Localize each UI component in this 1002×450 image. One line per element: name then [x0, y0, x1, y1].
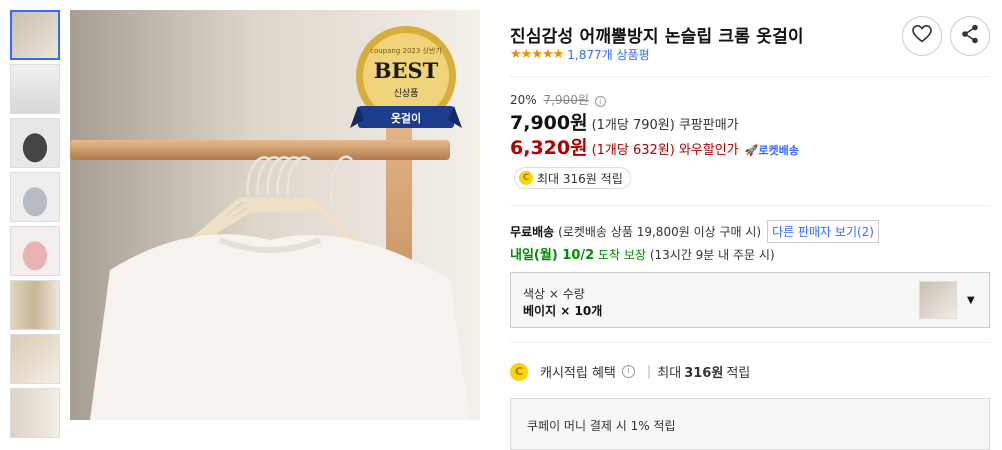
heart-icon	[912, 24, 932, 47]
option-selector[interactable]: 색상 × 수량 베이지 × 10개 ▼	[510, 272, 990, 328]
cashback-suffix: 적립	[726, 366, 751, 381]
cpay-note: 쿠페이 머니 결제 시 1% 적립	[527, 419, 676, 433]
option-value: 베이지 × 10개	[523, 304, 603, 318]
info-icon[interactable]: i	[594, 96, 606, 107]
rocket-icon: 🚀	[744, 144, 759, 157]
arrival-row: 내일(월) 10/2 도착 보장 (13시간 9분 내 주문 시)	[510, 244, 775, 263]
arrival-date: 내일(월) 10/2	[510, 248, 595, 263]
thumbnail-8[interactable]	[10, 388, 60, 438]
share-icon	[961, 24, 979, 48]
rating-row: ★★★★★ 1,877개 상품평	[510, 46, 650, 63]
arrival-note: (13시간 9분 내 주문 시)	[649, 248, 775, 262]
best-badge: coupang 2023 상반기 BEST 신상품 옷걸이	[348, 20, 464, 146]
divider	[510, 342, 990, 343]
sale-label: 쿠팡판매가	[678, 118, 739, 133]
review-count-link[interactable]: 1,877개 상품평	[567, 46, 649, 63]
other-seller-button[interactable]: 다른 판매자 보기(2)	[767, 220, 879, 243]
badge-ribbon: 옷걸이	[390, 112, 422, 125]
option-label: 색상 × 수량	[523, 287, 585, 301]
main-product-image[interactable]: coupang 2023 상반기 BEST 신상품 옷걸이	[70, 10, 480, 420]
divider	[510, 205, 990, 206]
badge-best: BEST	[373, 58, 439, 83]
discount-row: 20% 7,900원 i	[510, 91, 606, 108]
reward-text: 최대 316원 적립	[537, 171, 623, 186]
wow-unit-price: (1개당 632원)	[591, 143, 675, 158]
reward-pill: C 최대 316원 적립	[514, 167, 631, 189]
cpay-note-box: 쿠페이 머니 결제 시 1% 적립	[510, 398, 990, 450]
sale-unit-price: (1개당 790원)	[591, 118, 675, 133]
wishlist-button[interactable]	[902, 16, 942, 56]
thumbnail-5[interactable]	[10, 226, 60, 276]
thumbnail-4[interactable]	[10, 172, 60, 222]
thumbnail-2[interactable]	[10, 64, 60, 114]
thumbnail-6[interactable]	[10, 280, 60, 330]
shipping-row: 무료배송 (로켓배송 상품 19,800원 이상 구매 시) 다른 판매자 보기…	[510, 220, 879, 243]
original-price: 7,900원	[543, 93, 589, 107]
thumbnail-1[interactable]	[10, 10, 60, 60]
arrival-guarantee: 도착 보장	[598, 248, 646, 262]
coin-icon: C	[519, 171, 533, 185]
badge-year: coupang 2023 상반기	[370, 47, 442, 55]
rocket-badge: 🚀로켓배송	[744, 144, 799, 157]
free-shipping: 무료배송	[510, 225, 555, 239]
cashback-row: C 캐시적립 혜택 i | 최대 316원 적립	[510, 362, 750, 381]
star-rating: ★★★★★	[510, 47, 564, 62]
wow-price: 6,320원	[510, 137, 588, 159]
thumbnail-3[interactable]	[10, 118, 60, 168]
wow-price-row: 6,320원 (1개당 632원) 와우할인가 🚀로켓배송	[510, 133, 799, 160]
discount-rate: 20%	[510, 93, 537, 107]
chevron-down-icon: ▼	[967, 295, 975, 306]
cashback-max: 최대	[657, 366, 682, 381]
product-title: 진심감성 어깨뿔방지 논슬립 크롬 옷걸이	[510, 27, 804, 47]
separator: |	[646, 364, 652, 379]
share-button[interactable]	[950, 16, 990, 56]
option-thumbnail	[919, 281, 957, 319]
cashback-label: 캐시적립 혜택	[540, 366, 616, 381]
badge-sub: 신상품	[393, 89, 419, 99]
coupang-price-row: 7,900원 (1개당 790원) 쿠팡판매가	[510, 108, 739, 135]
thumbnail-list	[10, 10, 60, 442]
thumbnail-7[interactable]	[10, 334, 60, 384]
divider	[510, 76, 990, 77]
coin-icon: C	[510, 362, 528, 381]
cashback-amount: 316원	[684, 366, 724, 381]
sale-price: 7,900원	[510, 112, 588, 134]
wow-label: 와우할인가	[678, 143, 739, 158]
shipping-condition: (로켓배송 상품 19,800원 이상 구매 시)	[558, 225, 762, 239]
info-icon[interactable]: i	[621, 365, 635, 378]
